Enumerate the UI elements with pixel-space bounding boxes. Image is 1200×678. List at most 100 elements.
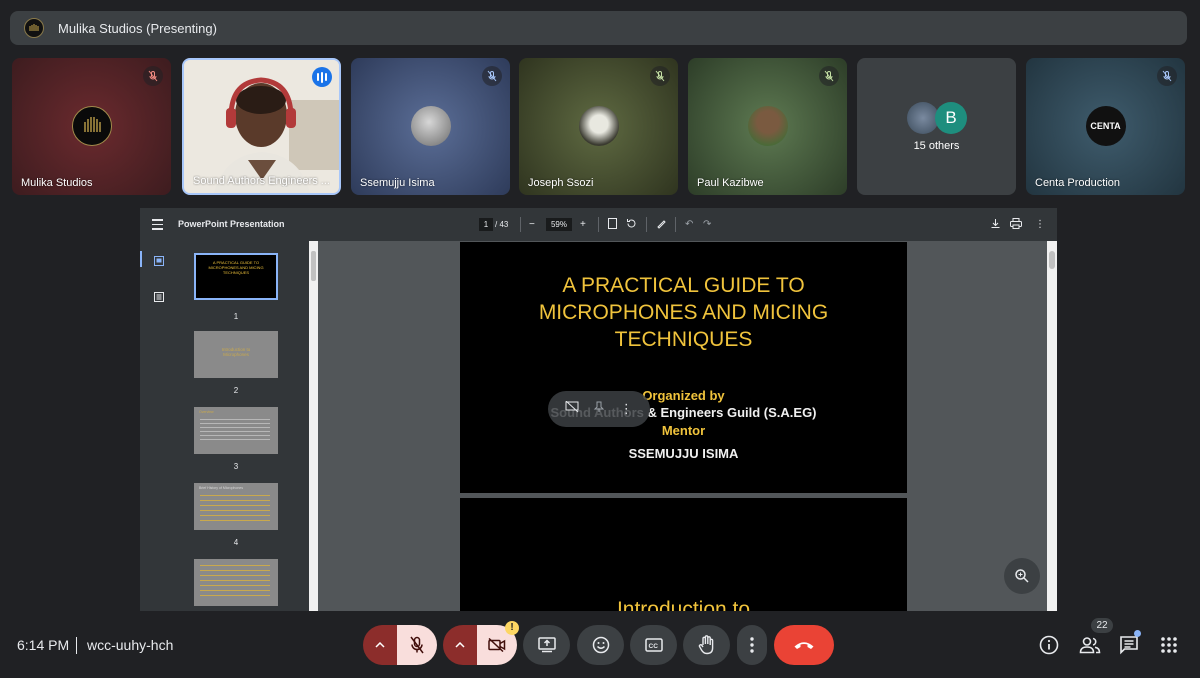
video-options-chevron-icon[interactable] xyxy=(443,625,477,665)
participant-tile[interactable]: Paul Kazibwe xyxy=(688,58,847,195)
participant-name: Paul Kazibwe xyxy=(697,177,764,189)
document-scrollbar[interactable] xyxy=(1047,241,1057,611)
mulika-studios-avatar xyxy=(71,106,112,146)
page-number: 1 xyxy=(233,312,239,321)
toolbar-divider xyxy=(520,217,521,232)
zoom-out-icon[interactable]: − xyxy=(529,218,535,231)
participant-name: Joseph Ssozi xyxy=(528,177,594,189)
sidebar-scrollbar[interactable] xyxy=(309,241,318,611)
presenting-bar[interactable]: Mulika Studios (Presenting) xyxy=(10,11,1187,45)
more-options-icon[interactable]: ⋮ xyxy=(1035,218,1045,231)
profile-photo xyxy=(578,106,619,146)
reactions-button[interactable] xyxy=(577,625,624,665)
participant-tile[interactable]: Joseph Ssozi xyxy=(519,58,678,195)
sidebar-icon-rail xyxy=(140,241,176,611)
page-thumbnail[interactable]: Brief History of Microphones 4 xyxy=(194,483,278,547)
page-total: / 43 xyxy=(495,220,509,229)
captions-button[interactable]: CC xyxy=(630,625,677,665)
page-number: 4 xyxy=(233,538,239,547)
zoom-level-input[interactable]: 59% xyxy=(546,218,572,231)
mic-toggle-button[interactable] xyxy=(397,625,437,665)
fit-page-icon[interactable] xyxy=(608,218,617,233)
participant-tile[interactable]: Ssemujju Isima xyxy=(351,58,510,195)
others-count-label: 15 others xyxy=(913,140,960,152)
profile-photo xyxy=(747,106,788,146)
mic-off-icon xyxy=(1157,66,1177,86)
slide-title-line: MICROPHONES AND MICING xyxy=(538,301,829,324)
thumbnail-sidebar: A PRACTICAL GUIDE TO MICROPHONES AND MIC… xyxy=(140,241,318,611)
leave-call-button[interactable] xyxy=(774,625,834,665)
participant-count-badge: 22 xyxy=(1091,618,1113,633)
more-options-button[interactable] xyxy=(737,625,767,665)
organized-by-label: Organized by xyxy=(642,388,725,403)
mulika-logo-icon xyxy=(24,18,44,38)
others-tile[interactable]: B 15 others xyxy=(857,58,1016,195)
thumbnail-body-lines xyxy=(200,419,270,441)
stop-sharing-icon[interactable] xyxy=(565,400,579,418)
thumbnail-body-lines xyxy=(200,565,270,599)
mic-off-icon xyxy=(143,66,163,86)
page-thumbnail[interactable]: Overview 3 xyxy=(194,407,278,471)
slide-title-line: A PRACTICAL GUIDE TO xyxy=(562,274,805,297)
camera-warning-badge: ! xyxy=(505,621,519,635)
thumbnails-view-icon[interactable] xyxy=(154,253,164,271)
participant-name: Sound Authors Engineers ... xyxy=(193,175,330,187)
page-number: 2 xyxy=(233,386,239,395)
thumbnail-text: Brief History of Microphones xyxy=(199,486,243,490)
activities-button[interactable] xyxy=(1158,634,1180,656)
participant-name: Centa Production xyxy=(1035,177,1120,189)
microphone-control xyxy=(363,625,437,665)
emoji-icon xyxy=(592,636,609,654)
thumbnail-text: Overview xyxy=(199,410,214,414)
info-icon xyxy=(1039,635,1059,655)
outline-view-icon[interactable] xyxy=(154,289,164,307)
audio-options-chevron-icon[interactable] xyxy=(363,625,397,665)
raise-hand-button[interactable] xyxy=(683,625,730,665)
present-screen-button[interactable] xyxy=(523,625,570,665)
shared-screen: PowerPoint Presentation 1 / 43 − 59% + ↶… xyxy=(140,208,1057,611)
divider xyxy=(76,637,77,654)
chat-button[interactable] xyxy=(1118,634,1140,656)
print-icon[interactable] xyxy=(1010,218,1022,233)
pdf-doc-title: PowerPoint Presentation xyxy=(178,219,285,229)
thumbnail-text: A PRACTICAL GUIDE TO MICROPHONES AND MIC… xyxy=(208,260,264,275)
annotate-icon[interactable] xyxy=(656,218,667,233)
download-icon[interactable] xyxy=(990,218,1001,233)
meeting-details-button[interactable] xyxy=(1038,634,1060,656)
slide-page-2: Introduction to xyxy=(460,498,907,611)
people-button[interactable] xyxy=(1079,634,1101,656)
document-scroll-thumb[interactable] xyxy=(1049,251,1055,269)
undo-icon[interactable]: ↶ xyxy=(685,218,693,231)
sidebar-scroll-thumb[interactable] xyxy=(311,251,316,281)
mentor-name: SSEMUJJU ISIMA xyxy=(628,446,739,461)
guild-name: Sound Authors & Engineers Guild (S.A.EG) xyxy=(550,405,817,420)
page-thumbnail[interactable]: A PRACTICAL GUIDE TO MICROPHONES AND MIC… xyxy=(194,253,278,321)
toolbar-divider xyxy=(646,217,647,232)
mic-off-icon xyxy=(410,636,424,654)
participant-tile[interactable]: CENTA Centa Production xyxy=(1026,58,1185,195)
menu-icon[interactable] xyxy=(152,219,163,233)
zoom-in-icon[interactable]: + xyxy=(580,218,586,231)
slide-title-line: TECHNIQUES xyxy=(614,328,753,351)
participant-tile-active-speaker[interactable]: Sound Authors Engineers ... xyxy=(182,58,341,195)
pin-icon[interactable] xyxy=(593,400,605,418)
overlay-more-icon[interactable]: ⋮ xyxy=(620,401,633,417)
presenting-title: Mulika Studios (Presenting) xyxy=(58,20,217,36)
meeting-controls-bar: 6:14 PM wcc-uuhy-hch ! CC 22 xyxy=(0,618,1200,678)
people-icon xyxy=(1079,637,1101,654)
page-thumbnail[interactable]: Introduction to Microphones 2 xyxy=(194,331,278,395)
camera-off-icon xyxy=(488,638,506,652)
participant-strip: Mulika Studios Sound Authors Engineers .… xyxy=(12,58,1186,195)
page-number-input[interactable]: 1 xyxy=(479,218,493,231)
page-thumbnail[interactable] xyxy=(194,559,278,606)
thumbnail-text: Introduction to Microphones xyxy=(221,347,251,357)
toolbar-divider xyxy=(598,217,599,232)
apps-grid-icon xyxy=(1161,637,1177,653)
zoom-in-button[interactable] xyxy=(1004,558,1040,594)
participant-tile[interactable]: Mulika Studios xyxy=(12,58,171,195)
rotate-icon[interactable] xyxy=(626,218,637,233)
profile-photo xyxy=(410,106,451,146)
mic-off-icon xyxy=(819,66,839,86)
redo-icon[interactable]: ↷ xyxy=(703,218,711,231)
centa-logo-text: CENTA xyxy=(1090,121,1121,131)
